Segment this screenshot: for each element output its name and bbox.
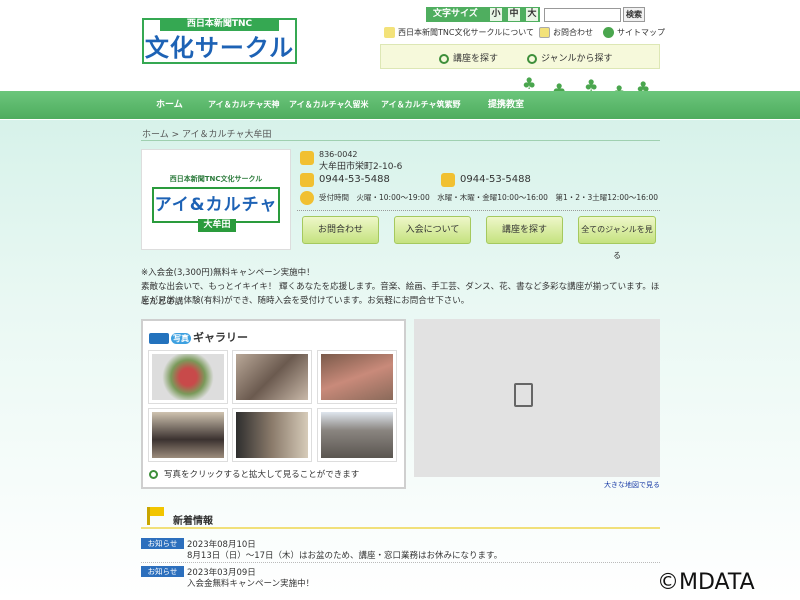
lock-icon — [384, 27, 395, 38]
phone-icon — [300, 173, 314, 187]
postal-code: 836-0042 — [319, 150, 358, 159]
office-hours: 受付時間 火曜・10:00～19:00 水曜・木曜・金曜10:00～16:00 … — [319, 193, 658, 202]
contact-link[interactable]: お問合わせ — [539, 26, 593, 40]
gallery-photo[interactable] — [232, 408, 312, 462]
font-size-small-button[interactable]: 小 — [490, 8, 502, 21]
main-nav: ホーム アイ＆カルチャ天神 アイ＆カルチャ久留米 アイ＆カルチャ筑紫野 提携教室 — [0, 91, 800, 119]
site-logo[interactable]: 西日本新聞TNC 文化サークル — [142, 18, 297, 64]
sitemap-link-label: サイトマップ — [617, 28, 665, 37]
gallery-caption: 写真をクリックすると拡大して見ることができます — [149, 468, 359, 480]
shop-logo: 西日本新聞TNC文化サークル アイ&カルチャ 大牟田 — [141, 149, 291, 250]
search-input[interactable] — [544, 8, 621, 22]
divider — [141, 140, 660, 141]
sitemap-link[interactable]: サイトマップ — [603, 26, 665, 40]
find-course-button[interactable]: 講座を探す — [486, 216, 563, 244]
font-size-large-button[interactable]: 大 — [526, 8, 538, 21]
news-title: 新着情報 — [173, 516, 213, 527]
sitemap-icon — [603, 27, 614, 38]
membership-button[interactable]: 入会について — [394, 216, 471, 244]
font-size-label-text: 文字サイズ — [433, 9, 478, 19]
logo-subtitle: 西日本新聞TNC — [160, 18, 279, 31]
gallery-photo[interactable] — [148, 408, 228, 462]
find-genre-link[interactable]: ジャンルから探す — [527, 51, 613, 64]
news-header: 新着情報 — [141, 505, 660, 529]
nav-partner[interactable]: 提携教室 — [488, 91, 524, 119]
gallery-title: 写真 ギャラリー — [149, 329, 248, 345]
fax-number: 0944-53-5488 — [460, 174, 531, 185]
large-map-link[interactable]: 大きな地図で見る — [604, 480, 660, 490]
gallery-photo[interactable] — [232, 350, 312, 404]
shop-logo-title: アイ&カルチャ — [152, 187, 280, 223]
find-course-link[interactable]: 講座を探す — [439, 51, 498, 64]
clock-icon — [300, 191, 314, 205]
breadcrumb[interactable]: ホーム > アイ＆カルチャ大牟田 — [142, 127, 271, 140]
contact-button[interactable]: お問合わせ — [302, 216, 379, 244]
find-genre-label: ジャンルから探す — [541, 54, 613, 64]
gallery-title-text: ギャラリー — [193, 331, 248, 344]
gallery-badge: 写真 — [171, 332, 191, 344]
location-icon — [300, 151, 314, 165]
news-badge: お知らせ — [141, 566, 184, 577]
news-text[interactable]: 8月13日（日）～17日（木）はお盆のため、講座・窓口業務はお休みになります。 — [187, 549, 502, 561]
nav-kurume[interactable]: アイ＆カルチャ久留米 — [289, 91, 369, 119]
map-frame[interactable] — [414, 319, 660, 477]
mail-icon — [539, 27, 550, 38]
campaign-notice: ※入会金(3,300円)無料キャンペーン実施中！ — [141, 268, 315, 278]
nav-home[interactable]: ホーム — [156, 91, 183, 119]
nav-chikushino[interactable]: アイ＆カルチャ筑紫野 — [381, 91, 461, 119]
nav-tenjin[interactable]: アイ＆カルチャ天神 — [208, 91, 280, 119]
find-course-label: 講座を探す — [453, 54, 499, 64]
intro-text-2: 座が見学、体験(有料)ができ、随時入会を受付けています。お気軽にお問合せ下さい。 — [141, 296, 470, 306]
gallery-photo[interactable] — [148, 350, 228, 404]
news-text[interactable]: 入会金無料キャンペーン実施中！ — [187, 577, 314, 589]
fax-icon — [441, 173, 455, 187]
gallery-caption-text: 写真をクリックすると拡大して見ることができます — [164, 470, 360, 480]
contact-link-label: お問合わせ — [553, 28, 593, 37]
divider — [297, 210, 660, 211]
tel-number: 0944-53-5488 — [319, 174, 390, 185]
find-bar: 講座を探す ジャンルから探す — [380, 44, 660, 69]
news-badge: お知らせ — [141, 538, 184, 549]
book-icon — [149, 332, 169, 344]
about-link[interactable]: 西日本新聞TNC文化サークルについて — [384, 26, 534, 40]
photo-gallery: 写真 ギャラリー 写真をクリックすると拡大して見ることができます — [141, 319, 406, 489]
gallery-photo[interactable] — [317, 350, 397, 404]
font-size-control: 文字サイズ 小 中 大 — [426, 7, 540, 22]
about-link-label: 西日本新聞TNC文化サークルについて — [398, 28, 534, 37]
shop-logo-place: 大牟田 — [198, 219, 236, 232]
gallery-photo[interactable] — [317, 408, 397, 462]
broken-document-icon — [514, 383, 533, 407]
search-button[interactable]: 検索 — [623, 7, 645, 22]
watermark: ©MDATA — [657, 570, 755, 595]
divider — [141, 562, 660, 563]
font-size-medium-button[interactable]: 中 — [508, 8, 520, 21]
all-genres-button[interactable]: 全てのジャンルを見る — [578, 216, 656, 260]
logo-title: 文化サークル — [144, 34, 295, 62]
address: 大牟田市栄町2-10-6 — [319, 162, 403, 172]
search-icon — [439, 53, 449, 64]
shop-logo-subtitle: 西日本新聞TNC文化サークル — [169, 175, 263, 183]
search-icon — [149, 470, 158, 479]
search-icon — [527, 53, 537, 64]
flag-icon — [147, 507, 164, 525]
